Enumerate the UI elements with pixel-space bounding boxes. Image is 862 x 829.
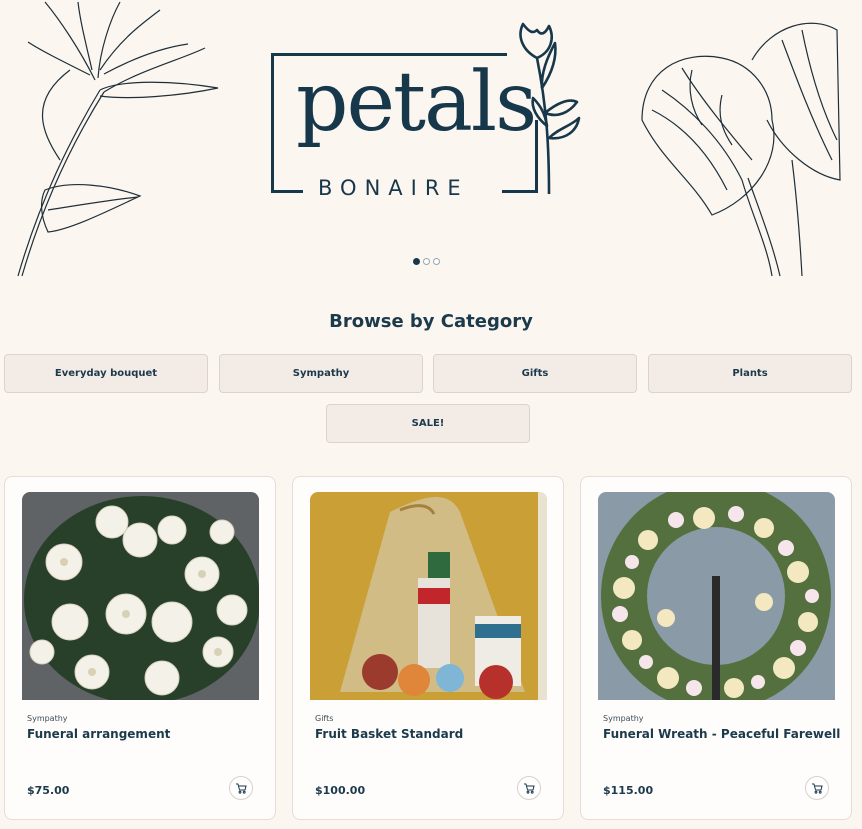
product-card[interactable]: Gifts Fruit Basket Standard $100.00 — [292, 476, 564, 820]
add-to-cart-button[interactable] — [229, 776, 253, 800]
brand-logo-subtitle: BONAIRE — [318, 176, 469, 200]
product-category: Sympathy — [27, 714, 68, 723]
product-card[interactable]: Sympathy Funeral arrangement $75.00 — [4, 476, 276, 820]
category-button-sympathy[interactable]: Sympathy — [219, 354, 423, 393]
cart-icon — [236, 783, 247, 794]
product-name[interactable]: Funeral Wreath - Peaceful Farewell — [603, 727, 840, 741]
logo-frame — [271, 53, 274, 193]
carousel-dot-3[interactable] — [433, 258, 440, 265]
carousel-dot-2[interactable] — [423, 258, 430, 265]
category-button-gifts[interactable]: Gifts — [433, 354, 637, 393]
cart-icon — [524, 783, 535, 794]
bird-of-paradise-illustration — [17, 1, 219, 277]
category-button-plants[interactable]: Plants — [648, 354, 852, 393]
cart-icon — [812, 783, 823, 794]
hero-banner: petals BONAIRE — [0, 0, 862, 278]
product-name[interactable]: Funeral arrangement — [27, 727, 170, 741]
product-price: $115.00 — [603, 784, 654, 797]
category-button-sale[interactable]: SALE! — [326, 404, 530, 443]
add-to-cart-button[interactable] — [805, 776, 829, 800]
product-image-fruit-basket[interactable] — [310, 492, 547, 700]
carousel-dots — [413, 258, 440, 265]
product-image-funeral-wreath[interactable] — [598, 492, 835, 700]
tulip-branch-icon — [519, 22, 581, 195]
carousel-dot-1[interactable] — [413, 258, 420, 265]
product-name[interactable]: Fruit Basket Standard — [315, 727, 463, 741]
product-category: Gifts — [315, 714, 334, 723]
product-image-funeral-arrangement[interactable] — [22, 492, 259, 700]
section-title: Browse by Category — [329, 311, 533, 332]
product-category: Sympathy — [603, 714, 644, 723]
product-card[interactable]: Sympathy Funeral Wreath - Peaceful Farew… — [580, 476, 852, 820]
category-button-everyday-bouquet[interactable]: Everyday bouquet — [4, 354, 208, 393]
monstera-leaf-illustration — [641, 22, 841, 277]
product-price: $75.00 — [27, 784, 70, 797]
product-price: $100.00 — [315, 784, 366, 797]
add-to-cart-button[interactable] — [517, 776, 541, 800]
logo-frame — [271, 190, 303, 193]
